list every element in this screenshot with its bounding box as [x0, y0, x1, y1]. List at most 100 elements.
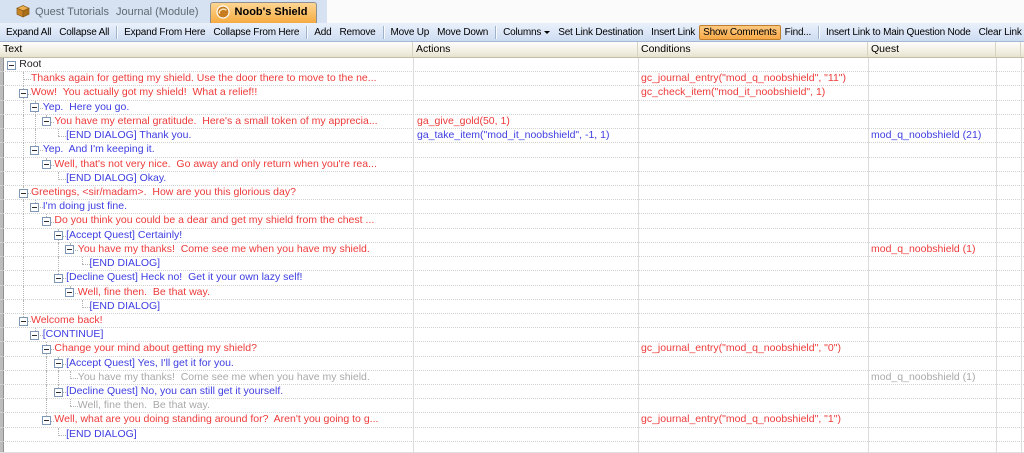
expand-from-here-button[interactable]: Expand From Here: [120, 25, 209, 40]
tree-row[interactable]: [END DIALOG]: [0, 257, 1024, 271]
collapse-from-here-button[interactable]: Collapse From Here: [209, 25, 303, 40]
tab-noobs-shield[interactable]: Noob's Shield: [210, 2, 318, 23]
tree-guide-line: [23, 143, 24, 157]
tree-guide-line: [82, 300, 83, 307]
columns-dropdown-button[interactable]: Columns: [499, 25, 554, 40]
tree-row[interactable]: You have my eternal gratitude. Here's a …: [0, 115, 1024, 129]
tree-row[interactable]: Root: [0, 58, 1024, 72]
conversation-icon: [216, 5, 230, 19]
collapse-toggle-icon[interactable]: [54, 274, 63, 283]
tree-guide-line: [23, 172, 24, 186]
tree-row[interactable]: Yep. Here you go.: [0, 101, 1024, 115]
tree-row[interactable]: I'm doing just fine.: [0, 200, 1024, 214]
collapse-toggle-icon[interactable]: [65, 245, 74, 254]
insert-link-button[interactable]: Insert Link: [647, 25, 699, 40]
dialog-line-text: Well, what are you doing standing around…: [54, 413, 378, 426]
find-button[interactable]: Find...: [781, 25, 815, 40]
tree-row[interactable]: Wow! You actually got my shield! What a …: [0, 86, 1024, 100]
dialog-line-text: Well, fine then. Be that way.: [78, 399, 210, 412]
tree-row[interactable]: Change your mind about getting my shield…: [0, 342, 1024, 356]
tree-row[interactable]: [END DIALOG]: [0, 428, 1024, 442]
dialog-line-text: Yep. And I'm keeping it.: [43, 143, 155, 156]
toolbar-button-label: Clear Link to Main Question Node: [979, 27, 1024, 38]
collapse-toggle-icon[interactable]: [42, 160, 51, 169]
collapse-toggle-icon[interactable]: [19, 89, 28, 98]
collapse-toggle-icon[interactable]: [42, 416, 51, 425]
move-down-button[interactable]: Move Down: [433, 25, 492, 40]
tree-row[interactable]: You have my thanks! Come see me when you…: [0, 371, 1024, 385]
collapse-toggle-icon[interactable]: [42, 217, 51, 226]
add-button[interactable]: Add: [310, 25, 335, 40]
tree-row[interactable]: Greetings, <sir/madam>. How are you this…: [0, 186, 1024, 200]
tree-row[interactable]: Yep. And I'm keeping it.: [0, 143, 1024, 157]
tree-connector: [82, 264, 90, 265]
move-up-button[interactable]: Move Up: [387, 25, 434, 40]
collapse-toggle-icon[interactable]: [54, 359, 63, 368]
tree-row[interactable]: Well, fine then. Be that way.: [0, 399, 1024, 413]
dialog-line-text: [Accept Quest] Yes, I'll get it for you.: [66, 357, 234, 370]
tree-row[interactable]: [Accept Quest] Certainly!: [0, 229, 1024, 243]
tree-row[interactable]: Well, what are you doing standing around…: [0, 413, 1024, 427]
expand-all-button[interactable]: Expand All: [2, 25, 55, 40]
tree-row[interactable]: Well, fine then. Be that way.: [0, 286, 1024, 300]
minus-glyph: [56, 278, 61, 279]
tree-guide-line: [23, 101, 24, 115]
collapse-toggle-icon[interactable]: [54, 388, 63, 397]
collapse-toggle-icon[interactable]: [42, 117, 51, 126]
collapse-toggle-icon[interactable]: [65, 288, 74, 297]
remove-button[interactable]: Remove: [335, 25, 379, 40]
dialog-line-text: Wow! You actually got my shield! What a …: [31, 86, 257, 99]
minus-glyph: [67, 292, 72, 293]
clear-link-to-main-question-node-button[interactable]: Clear Link to Main Question Node: [975, 25, 1024, 40]
collapse-toggle-icon[interactable]: [42, 345, 51, 354]
minus-glyph: [44, 164, 49, 165]
toolbar-button-label: Insert Link: [651, 27, 695, 38]
tree-row[interactable]: Welcome back!: [0, 314, 1024, 328]
tree-guide-line: [23, 257, 24, 271]
dialog-line-text: You have my thanks! Come see me when you…: [78, 371, 370, 384]
collapse-toggle-icon[interactable]: [7, 61, 16, 70]
collapse-toggle-icon[interactable]: [19, 317, 28, 326]
tree-row[interactable]: You have my thanks! Come see me when you…: [0, 243, 1024, 257]
column-header-row: Text Actions Conditions Quest: [0, 42, 1024, 58]
tree-row[interactable]: [END DIALOG]: [0, 300, 1024, 314]
set-link-destination-button[interactable]: Set Link Destination: [554, 25, 647, 40]
toolbar-separator: [383, 26, 384, 39]
dialog-line-text: Thanks again for getting my shield. Use …: [31, 72, 377, 85]
tree-guide-line: [23, 300, 24, 314]
tab-journal-module[interactable]: Journal (Module): [114, 6, 204, 23]
collapse-all-button[interactable]: Collapse All: [55, 25, 113, 40]
column-header-actions[interactable]: Actions: [413, 42, 638, 57]
collapse-toggle-icon[interactable]: [30, 146, 39, 155]
tree-row[interactable]: [Decline Quest] No, you can still get it…: [0, 385, 1024, 399]
dialog-line-text: [Decline Quest] No, you can still get it…: [66, 385, 283, 398]
conversation-tree: RootThanks again for getting my shield. …: [0, 58, 1024, 453]
chevron-down-icon: [544, 31, 550, 34]
column-header-conditions[interactable]: Conditions: [638, 42, 868, 57]
collapse-toggle-icon[interactable]: [54, 231, 63, 240]
tree-row[interactable]: [END DIALOG] Okay.: [0, 172, 1024, 186]
collapse-toggle-icon[interactable]: [30, 103, 39, 112]
tree-guide-line: [23, 229, 24, 243]
collapse-toggle-icon[interactable]: [30, 331, 39, 340]
column-header-quest[interactable]: Quest: [868, 42, 996, 57]
tree-row[interactable]: [Decline Quest] Heck no! Get it your own…: [0, 271, 1024, 285]
collapse-toggle-icon[interactable]: [30, 203, 39, 212]
collapse-toggle-icon[interactable]: [19, 189, 28, 198]
tree-guide-line: [70, 371, 71, 378]
tree-row[interactable]: Thanks again for getting my shield. Use …: [0, 72, 1024, 86]
tree-row[interactable]: [Accept Quest] Yes, I'll get it for you.: [0, 357, 1024, 371]
tab-quest-tutorials[interactable]: Quest Tutorials: [14, 5, 114, 23]
tree-row[interactable]: [END DIALOG] Thank you.ga_take_item("mod…: [0, 129, 1024, 143]
quest-cell: mod_q_noobshield (21): [871, 129, 981, 142]
insert-link-to-main-question-node-button[interactable]: Insert Link to Main Question Node: [822, 25, 975, 40]
toolbar-separator: [818, 26, 819, 39]
tree-row[interactable]: [CONTINUE]: [0, 328, 1024, 342]
minus-glyph: [32, 207, 37, 208]
tree-row[interactable]: Do you think you could be a dear and get…: [0, 214, 1024, 228]
tab-label: Noob's Shield: [235, 6, 308, 18]
show-comments-toggle[interactable]: Show Comments: [699, 25, 781, 40]
toolbar-button-label: Show Comments: [703, 27, 777, 38]
tree-row[interactable]: Well, that's not very nice. Go away and …: [0, 158, 1024, 172]
column-header-text[interactable]: Text: [0, 42, 413, 57]
